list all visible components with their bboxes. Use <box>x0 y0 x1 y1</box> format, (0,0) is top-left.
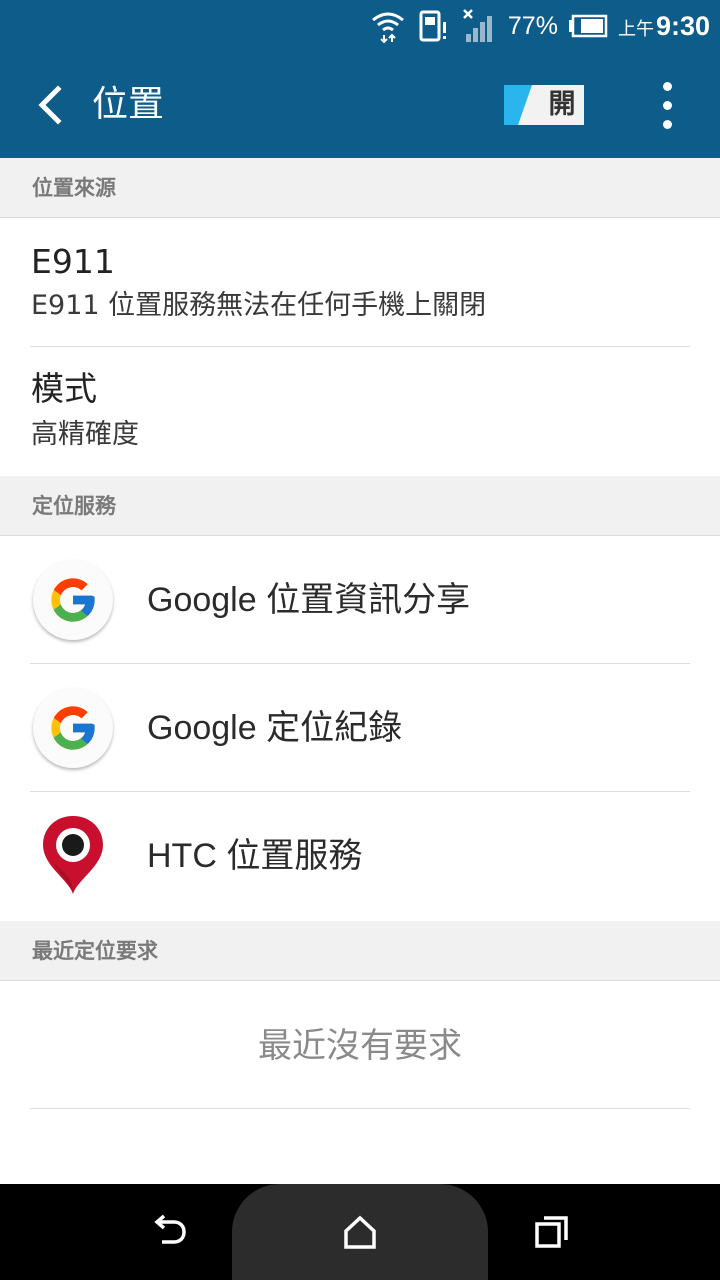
service-item-htc-location[interactable]: HTC 位置服務 <box>0 792 720 921</box>
signal-icon <box>462 8 498 44</box>
back-arrow-icon <box>38 85 62 125</box>
service-item-google-location-history[interactable]: Google 定位紀錄 <box>0 664 720 792</box>
google-icon <box>33 688 113 768</box>
dot-icon <box>662 81 672 91</box>
service-label: Google 位置資訊分享 <box>147 581 471 619</box>
section-title: 位置來源 <box>32 176 116 200</box>
mode-item[interactable]: 模式 高精確度 <box>0 347 720 476</box>
service-label: HTC 位置服務 <box>147 837 363 875</box>
section-header-location-services: 定位服務 <box>0 476 720 536</box>
clock-time: 9:30 <box>655 10 710 41</box>
e911-item[interactable]: E911 E911 位置服務無法在任何手機上關閉 <box>0 218 720 347</box>
service-label: Google 定位紀錄 <box>147 709 403 747</box>
back-button[interactable] <box>20 75 80 135</box>
location-pin-icon <box>33 814 113 894</box>
recent-requests-empty: 最近沒有要求 <box>0 981 720 1109</box>
recents-icon <box>535 1216 568 1248</box>
status-bar: 77% 上午 9:30 <box>0 0 720 52</box>
section-header-location-source: 位置來源 <box>0 158 720 218</box>
google-icon <box>33 560 113 640</box>
overflow-menu-button[interactable] <box>642 75 692 135</box>
mode-subtitle: 高精確度 <box>31 419 139 450</box>
nav-back-button[interactable] <box>120 1184 216 1280</box>
nav-home-button[interactable] <box>312 1184 408 1280</box>
page-title: 位置 <box>92 84 165 125</box>
home-icon <box>344 1215 376 1249</box>
back-icon <box>154 1214 186 1244</box>
section-title: 最近定位要求 <box>32 939 158 963</box>
clock-ampm: 上午 <box>617 18 654 40</box>
section-header-recent-requests: 最近定位要求 <box>0 921 720 981</box>
battery-percent: 77% <box>507 11 558 40</box>
wifi-icon <box>370 8 406 44</box>
empty-message: 最近沒有要求 <box>258 1026 462 1066</box>
dot-icon <box>662 119 672 129</box>
divider <box>30 1108 690 1109</box>
app-bar: 位置 開 <box>0 52 720 158</box>
e911-subtitle: E911 位置服務無法在任何手機上關閉 <box>31 290 487 321</box>
navigation-bar <box>0 1184 720 1280</box>
mode-title: 模式 <box>31 369 97 408</box>
section-title: 定位服務 <box>32 494 116 518</box>
toggle-label: 開 <box>548 89 576 120</box>
service-item-google-location-sharing[interactable]: Google 位置資訊分享 <box>0 536 720 664</box>
dot-icon <box>662 100 672 110</box>
e911-title: E911 <box>31 242 115 281</box>
nav-recents-button[interactable] <box>504 1184 600 1280</box>
location-master-toggle[interactable]: 開 <box>504 85 584 125</box>
battery-icon <box>568 8 608 44</box>
clock: 上午 9:30 <box>618 11 710 42</box>
sim-alert-icon <box>416 8 452 44</box>
